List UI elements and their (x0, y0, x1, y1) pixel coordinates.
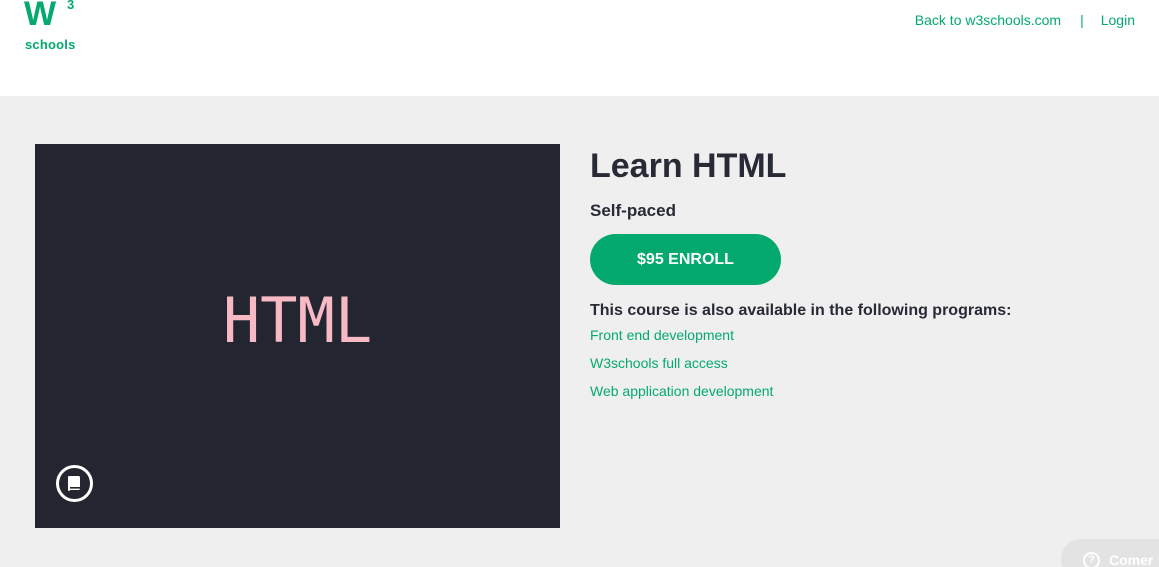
logo-mark: W (24, 0, 56, 33)
course-section: HTML Learn HTML Self-paced $95 ENROLL Th… (0, 96, 1159, 567)
logo-superscript: 3 (67, 0, 75, 12)
book-button[interactable] (56, 465, 93, 502)
program-link-web-application-development[interactable]: Web application development (590, 383, 773, 399)
comment-widget-label: Comer (1109, 552, 1154, 567)
header: W 3 schools Back to w3schools.com | Logi… (0, 0, 1159, 96)
w3schools-logo[interactable]: W 3 schools (22, 0, 84, 56)
list-item: W3schools full access (590, 353, 1011, 381)
logo-wordmark: schools (25, 37, 76, 52)
course-pace: Self-paced (590, 201, 676, 220)
program-link-front-end-development[interactable]: Front end development (590, 327, 734, 343)
enroll-button[interactable]: $95 ENROLL (590, 234, 781, 285)
course-image: HTML (35, 144, 560, 528)
top-nav: Back to w3schools.com | Login (915, 12, 1135, 28)
list-item: Web application development (590, 381, 1011, 409)
list-item: Front end development (590, 325, 1011, 353)
nav-separator: | (1080, 12, 1084, 28)
back-to-w3schools-link[interactable]: Back to w3schools.com (915, 12, 1061, 28)
program-list: Front end development W3schools full acc… (590, 325, 1011, 409)
course-image-text: HTML (222, 284, 373, 357)
programs-heading: This course is also available in the fol… (590, 302, 1012, 319)
book-icon (68, 476, 80, 491)
comment-widget-button[interactable]: ? Comer (1061, 539, 1159, 567)
course-title: Learn HTML (590, 147, 787, 185)
question-icon: ? (1083, 551, 1100, 567)
login-link[interactable]: Login (1101, 12, 1135, 28)
program-link-full-access[interactable]: W3schools full access (590, 355, 728, 371)
course-info: Learn HTML Self-paced $95 ENROLL This co… (590, 144, 1011, 409)
